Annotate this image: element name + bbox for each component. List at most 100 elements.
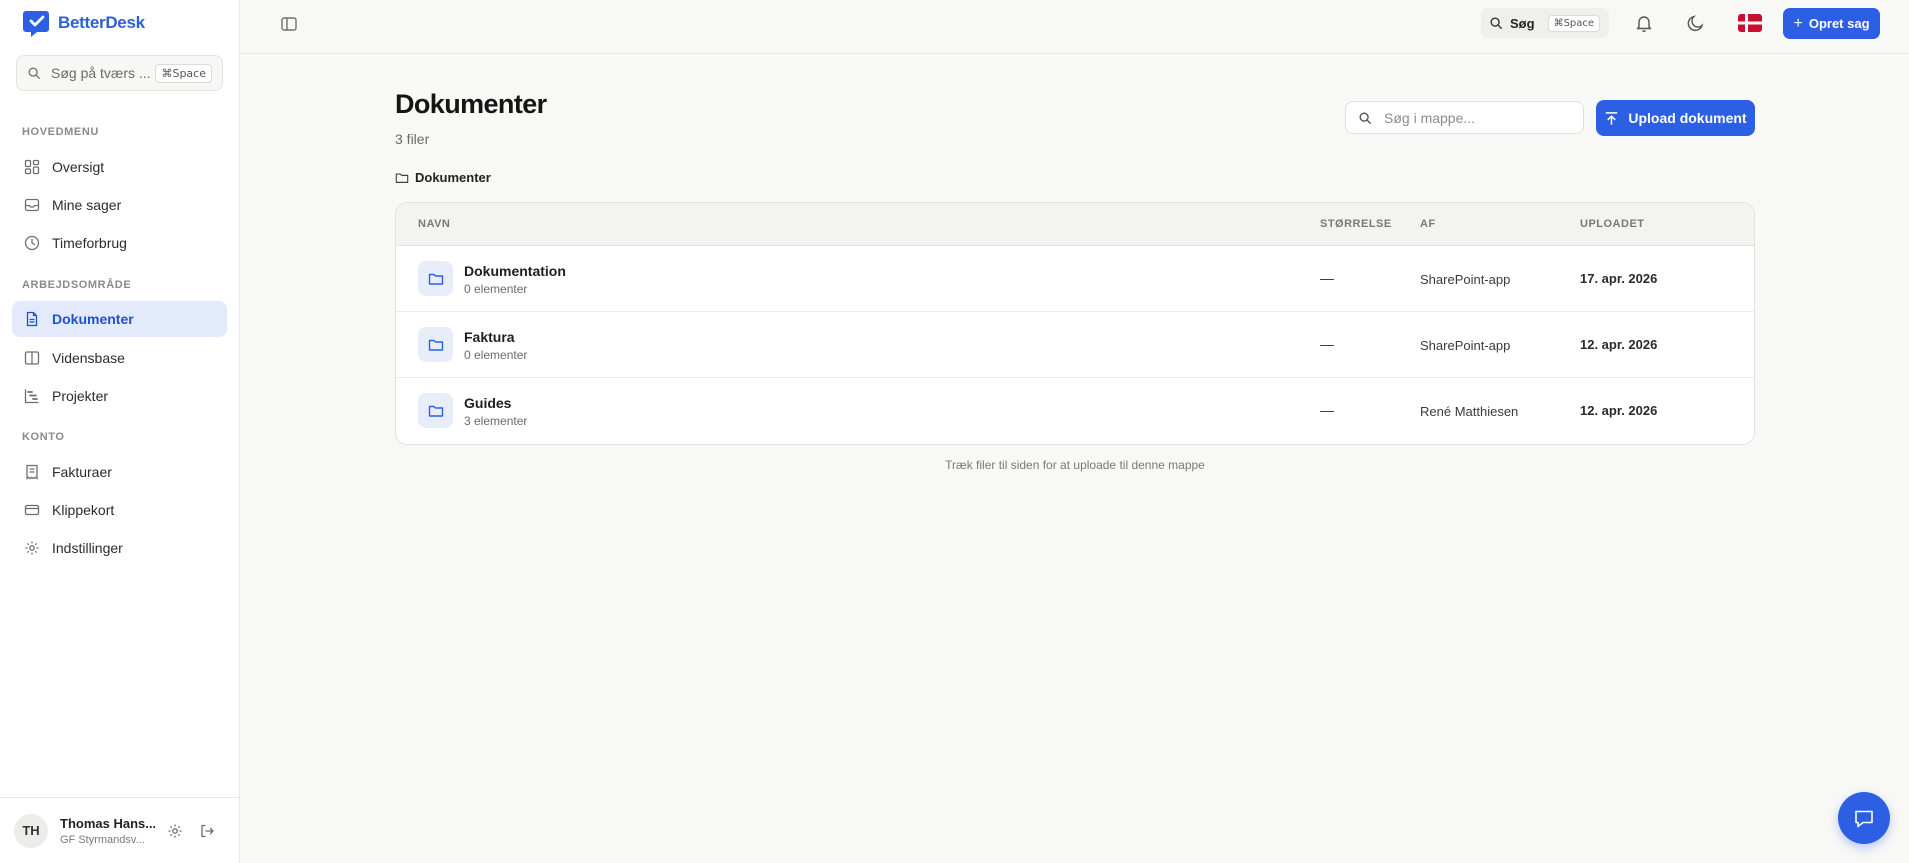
- sidebar-item-label: Dokumenter: [52, 311, 134, 327]
- logout-button[interactable]: [195, 819, 219, 843]
- create-case-label: Opret sag: [1808, 16, 1870, 31]
- inbox-icon: [24, 198, 40, 212]
- app-root: BetterDesk Søg på tværs ... ⌘Space HOVED…: [0, 0, 1909, 863]
- topbar-search-button[interactable]: Søg ⌘Space: [1481, 8, 1609, 38]
- danish-flag-icon[interactable]: [1738, 14, 1762, 32]
- folder-size: —: [1320, 336, 1334, 352]
- moon-icon[interactable]: [1686, 13, 1706, 33]
- breadcrumb[interactable]: Dokumenter: [395, 170, 491, 185]
- drop-hint: Træk filer til siden for at uploade til …: [945, 458, 1205, 472]
- brand-name: BetterDesk: [58, 13, 145, 32]
- folder-icon: [418, 393, 453, 428]
- sidebar-item-indstillinger[interactable]: Indstillinger: [12, 530, 227, 566]
- table-row[interactable]: Guides 3 elementer — René Matthiesen 12.…: [396, 378, 1754, 444]
- folder-size: —: [1320, 402, 1334, 418]
- search-icon: [1490, 17, 1502, 29]
- bell-icon[interactable]: [1634, 13, 1654, 33]
- folder-icon: [418, 261, 453, 296]
- table-row[interactable]: Dokumentation 0 elementer — SharePoint-a…: [396, 246, 1754, 312]
- upload-document-button[interactable]: Upload dokument: [1596, 100, 1755, 136]
- plus-icon: +: [1793, 14, 1803, 32]
- upload-document-label: Upload dokument: [1628, 110, 1747, 126]
- user-settings-button[interactable]: [163, 819, 187, 843]
- brand[interactable]: BetterDesk: [22, 8, 145, 38]
- sidebar-item-label: Timeforbrug: [52, 235, 127, 251]
- user-org: GF Styrmandsv...: [60, 833, 145, 846]
- user-name: Thomas Hans...: [60, 815, 155, 831]
- sidebar-item-label: Vidensbase: [52, 350, 125, 366]
- folder-upload-date: 12. apr. 2026: [1580, 337, 1658, 352]
- sidebar-item-label: Klippekort: [52, 502, 115, 518]
- sidebar-item-label: Fakturaer: [52, 464, 112, 480]
- folder-author: SharePoint-app: [1420, 272, 1511, 287]
- avatar[interactable]: TH: [14, 813, 48, 848]
- column-header-size[interactable]: STØRRELSE: [1320, 218, 1392, 230]
- gantt-icon: [24, 389, 39, 404]
- upload-icon: [1605, 111, 1618, 125]
- global-search-placeholder: Søg på tværs ...: [51, 65, 151, 81]
- section-label-account: KONTO: [22, 431, 65, 443]
- table-row[interactable]: Faktura 0 elementer — SharePoint-app 12.…: [396, 312, 1754, 378]
- create-case-button[interactable]: + Opret sag: [1783, 8, 1880, 39]
- global-search-input[interactable]: Søg på tværs ... ⌘Space: [16, 55, 223, 91]
- section-label-main: HOVEDMENU: [22, 126, 99, 138]
- file-count: 3 filer: [395, 131, 430, 147]
- sidebar-item-label: Oversigt: [52, 159, 105, 175]
- table-header: NAVN STØRRELSE AF UPLOADET: [396, 203, 1754, 246]
- sidebar-item-label: Indstillinger: [52, 540, 123, 556]
- search-icon: [28, 67, 40, 79]
- grid-icon: [24, 159, 40, 175]
- gear-icon: [168, 824, 182, 837]
- sidebar-item-klippekort[interactable]: Klippekort: [12, 492, 227, 528]
- sidebar-item-timeforbrug[interactable]: Timeforbrug: [12, 225, 227, 261]
- folder-item-count: 3 elementer: [464, 414, 528, 428]
- user-info: Thomas Hans... GF Styrmandsv...: [60, 816, 155, 846]
- receipt-icon: [26, 464, 38, 480]
- search-icon: [1359, 111, 1371, 124]
- folder-item-count: 0 elementer: [464, 348, 528, 362]
- brand-logo-icon: [23, 11, 49, 37]
- sidebar-item-vidensbase[interactable]: Vidensbase: [12, 340, 227, 376]
- folder-search-input[interactable]: [1384, 109, 1564, 126]
- gear-icon: [25, 541, 39, 555]
- folder-name[interactable]: Guides: [464, 395, 511, 411]
- sidebar-item-label: Projekter: [52, 388, 109, 404]
- folder-size: —: [1320, 270, 1334, 286]
- topbar-search-label: Søg: [1510, 15, 1535, 31]
- column-header-name[interactable]: NAVN: [418, 218, 450, 230]
- folder-icon: [418, 327, 453, 362]
- sidebar-item-projekter[interactable]: Projekter: [12, 378, 227, 414]
- column-header-uploaded[interactable]: UPLOADET: [1580, 218, 1645, 230]
- folder-author: René Matthiesen: [1420, 404, 1519, 419]
- sidebar-item-fakturaer[interactable]: Fakturaer: [12, 454, 227, 490]
- sidebar-item-dokumenter[interactable]: Dokumenter: [12, 301, 227, 337]
- chat-bubble-icon: [1855, 810, 1873, 828]
- sidebar: BetterDesk Søg på tværs ... ⌘Space HOVED…: [0, 0, 240, 863]
- sidebar-toggle-icon[interactable]: [278, 13, 300, 35]
- folder-upload-date: 17. apr. 2026: [1580, 271, 1658, 286]
- book-icon: [24, 351, 40, 365]
- breadcrumb-current: Dokumenter: [415, 170, 491, 185]
- chat-button[interactable]: [1838, 792, 1890, 844]
- folder-upload-date: 12. apr. 2026: [1580, 403, 1658, 418]
- folder-icon: [395, 172, 409, 183]
- logout-icon: [201, 824, 214, 837]
- documents-table: NAVN STØRRELSE AF UPLOADET Dokumentation…: [395, 202, 1755, 445]
- sidebar-item-mine-sager[interactable]: Mine sager: [12, 187, 227, 223]
- folder-author: SharePoint-app: [1420, 338, 1511, 353]
- search-shortcut-badge: ⌘Space: [155, 63, 212, 83]
- folder-item-count: 0 elementer: [464, 282, 528, 296]
- clock-icon: [24, 235, 40, 251]
- document-icon: [26, 311, 38, 327]
- folder-name[interactable]: Faktura: [464, 329, 515, 345]
- page-title: Dokumenter: [395, 89, 547, 119]
- folder-name[interactable]: Dokumentation: [464, 263, 566, 279]
- folder-search-field[interactable]: [1345, 101, 1584, 134]
- topbar-search-shortcut: ⌘Space: [1547, 14, 1601, 32]
- section-label-workspace: ARBEJDSOMRÅDE: [22, 279, 132, 291]
- card-icon: [24, 504, 40, 516]
- sidebar-item-oversigt[interactable]: Oversigt: [12, 149, 227, 185]
- topbar: Søg ⌘Space + Opret sag: [240, 0, 1909, 54]
- column-header-author[interactable]: AF: [1420, 218, 1436, 230]
- user-footer: TH Thomas Hans... GF Styrmandsv...: [0, 797, 239, 863]
